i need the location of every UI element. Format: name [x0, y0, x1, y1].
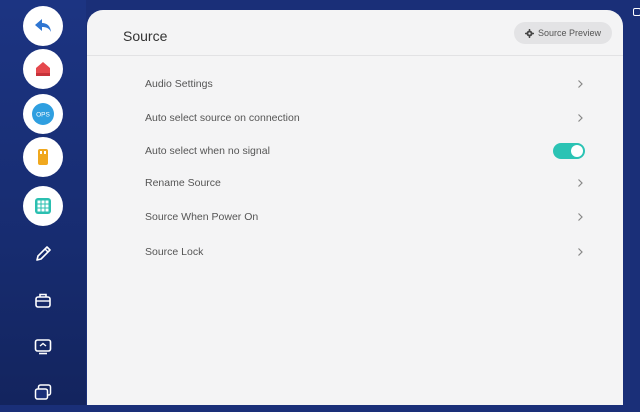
chevron-right-icon — [578, 179, 583, 187]
chevron-right-icon — [578, 248, 583, 256]
toolbox-button[interactable] — [23, 280, 63, 320]
pen-icon — [36, 246, 51, 261]
auto-select-toggle[interactable] — [553, 143, 585, 159]
setting-source-when-power-on[interactable]: Source When Power On — [145, 206, 585, 228]
back-button[interactable] — [23, 6, 63, 46]
setting-label: Audio Settings — [145, 78, 213, 90]
page-title: Source — [123, 28, 168, 44]
source-preview-button[interactable]: Source Preview — [514, 22, 612, 44]
screen-cast-icon — [34, 339, 52, 355]
svg-text:OPS: OPS — [36, 112, 50, 119]
apps-grid-icon — [35, 198, 51, 214]
source-preview-label: Source Preview — [537, 28, 602, 38]
home-button[interactable] — [23, 49, 63, 89]
back-arrow-icon — [35, 19, 51, 32]
settings-panel: Source Source Preview Audio Settings Aut… — [87, 10, 623, 405]
right-edge — [623, 0, 640, 405]
toolbox-icon — [35, 293, 51, 308]
setting-source-lock[interactable]: Source Lock — [145, 241, 585, 263]
setting-label: Source Lock — [145, 246, 204, 258]
setting-auto-select-on-connection[interactable]: Auto select source on connection — [145, 107, 585, 129]
chevron-right-icon — [578, 213, 583, 221]
home-icon — [36, 62, 50, 76]
usb-button[interactable] — [23, 137, 63, 177]
chevron-right-icon — [578, 114, 583, 122]
screen-cast-button[interactable] — [23, 326, 63, 366]
setting-label: Auto select source on connection — [145, 112, 300, 124]
apps-button[interactable] — [23, 186, 63, 226]
setting-rename-source[interactable]: Rename Source — [145, 172, 585, 194]
setting-label: Source When Power On — [145, 211, 259, 223]
setting-audio-settings[interactable]: Audio Settings — [145, 73, 585, 95]
sidebar: OPS — [0, 0, 86, 405]
gear-icon — [524, 28, 534, 38]
setting-auto-select-no-signal: Auto select when no signal — [145, 140, 585, 162]
setting-label: Auto select when no signal — [145, 145, 270, 157]
windows-icon — [34, 384, 52, 400]
toggle-knob — [571, 145, 583, 157]
chevron-right-icon — [578, 80, 583, 88]
header-divider — [87, 55, 623, 56]
ops-icon: OPS — [32, 103, 54, 125]
usb-icon — [38, 149, 48, 165]
ops-button[interactable]: OPS — [23, 94, 63, 134]
corner-marker — [633, 8, 640, 16]
windows-button[interactable] — [23, 372, 63, 412]
pen-button[interactable] — [23, 234, 63, 274]
setting-label: Rename Source — [145, 177, 221, 189]
